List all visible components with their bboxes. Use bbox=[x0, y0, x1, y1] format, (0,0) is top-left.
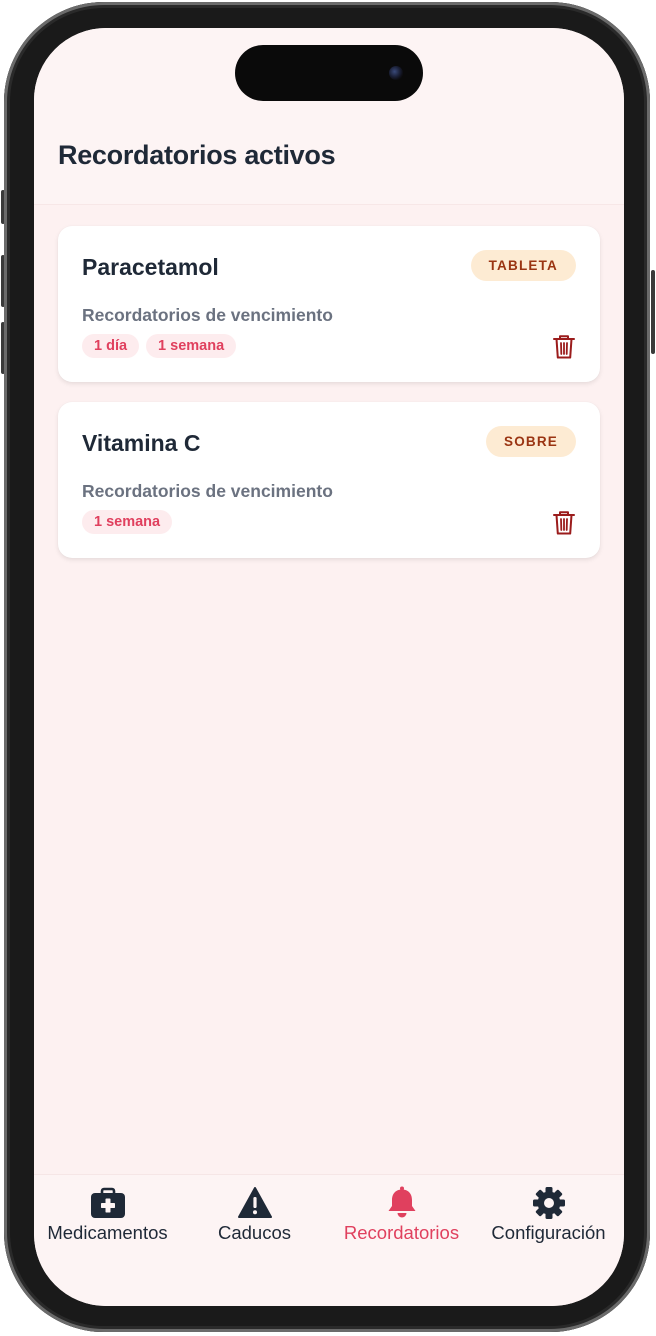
bottom-tab-bar: Medicamentos Caducos Recordatorios Confi… bbox=[34, 1174, 624, 1306]
tab-label: Recordatorios bbox=[343, 1222, 460, 1243]
reminder-card[interactable]: Vitamina C SOBRE Recordatorios de vencim… bbox=[58, 402, 600, 558]
type-badge: TABLETA bbox=[470, 250, 576, 281]
reminder-label: Recordatorios de vencimiento bbox=[82, 305, 333, 325]
page-title: Recordatorios activos bbox=[58, 140, 336, 170]
reminder-label: Recordatorios de vencimiento bbox=[82, 481, 333, 501]
warning-icon bbox=[237, 1187, 272, 1218]
reminder-chips: 1 día 1 semana bbox=[82, 334, 237, 358]
tab-label: Configuración bbox=[491, 1222, 606, 1243]
reminder-chip: 1 día bbox=[82, 334, 140, 358]
tab-configuracion[interactable]: Configuración bbox=[475, 1175, 622, 1265]
tab-caducos[interactable]: Caducos bbox=[181, 1175, 328, 1265]
app-screen: Recordatorios activos Paracetamol TABLET… bbox=[34, 28, 624, 1306]
tab-label: Caducos bbox=[217, 1222, 291, 1243]
trash-icon[interactable] bbox=[552, 510, 576, 536]
power-button bbox=[651, 270, 655, 354]
bell-icon bbox=[388, 1186, 415, 1218]
reminder-chips: 1 semana bbox=[82, 510, 173, 534]
gear-icon bbox=[532, 1187, 565, 1219]
trash-icon[interactable] bbox=[552, 334, 576, 360]
tab-recordatorios[interactable]: Recordatorios bbox=[328, 1175, 475, 1265]
tab-label: Medicamentos bbox=[47, 1222, 168, 1243]
reminder-chip: 1 semana bbox=[146, 334, 237, 358]
header: Recordatorios activos bbox=[34, 28, 624, 205]
reminder-chip: 1 semana bbox=[82, 510, 173, 534]
reminder-card[interactable]: Paracetamol TABLETA Recordatorios de ven… bbox=[58, 226, 600, 382]
type-badge: SOBRE bbox=[485, 426, 576, 457]
medication-name: Vitamina C bbox=[82, 430, 201, 456]
medication-name: Paracetamol bbox=[82, 254, 219, 280]
camera-icon bbox=[389, 66, 403, 80]
tab-medicamentos[interactable]: Medicamentos bbox=[34, 1175, 181, 1265]
medical-kit-icon bbox=[90, 1187, 125, 1218]
dynamic-island bbox=[235, 45, 423, 101]
